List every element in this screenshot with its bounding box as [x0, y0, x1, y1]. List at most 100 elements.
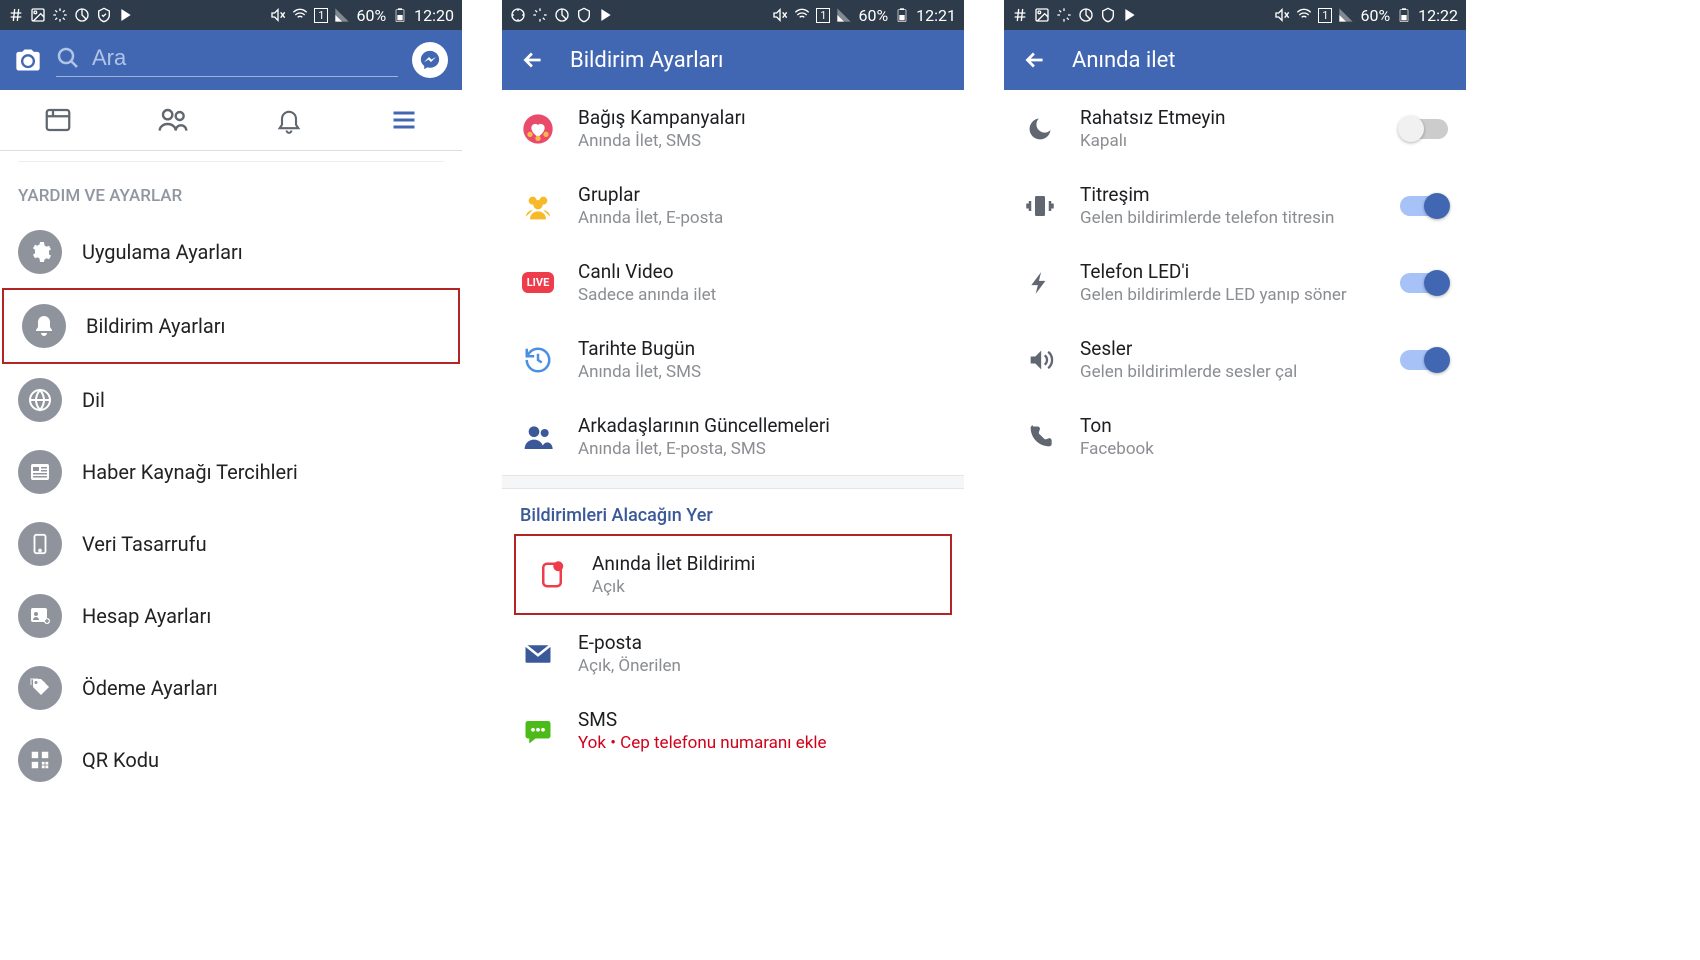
image-icon — [30, 7, 46, 23]
tab-menu[interactable] — [347, 90, 463, 150]
sounds-toggle[interactable] — [1400, 350, 1448, 370]
battery-pct: 60% — [858, 6, 888, 25]
row-dnd[interactable]: Rahatsız EtmeyinKapalı — [1004, 90, 1466, 167]
image-icon — [1034, 7, 1050, 23]
menu-label: Hesap Ayarları — [82, 604, 211, 628]
row-title: E-posta — [578, 631, 946, 654]
row-sub: Anında İlet, SMS — [578, 362, 946, 382]
menu-label: Haber Kaynağı Tercihleri — [82, 460, 298, 484]
sim-1-icon: 1 — [314, 8, 328, 23]
sim-1-icon: 1 — [1318, 8, 1332, 23]
row-title: Anında İlet Bildirimi — [592, 552, 932, 575]
gear-icon — [18, 230, 62, 274]
vibrate-toggle[interactable] — [1400, 196, 1448, 216]
camera-icon[interactable] — [14, 46, 42, 74]
status-bar: 1 60% 12:22 — [1004, 0, 1466, 30]
dnd-toggle[interactable] — [1400, 119, 1448, 139]
search-wrap[interactable] — [56, 44, 398, 77]
section-help-settings: YARDIM VE AYARLAR — [0, 162, 462, 216]
friends-icon — [520, 419, 556, 455]
row-on-this-day[interactable]: Tarihte BugünAnında İlet, SMS — [502, 321, 964, 398]
bell-icon — [22, 304, 66, 348]
row-sub: Açık — [592, 577, 932, 597]
row-sub: Gelen bildirimlerde telefon titresin — [1080, 208, 1378, 228]
row-led[interactable]: Telefon LED'iGelen bildirimlerde LED yan… — [1004, 244, 1466, 321]
sms-icon — [520, 713, 556, 749]
row-title: Sesler — [1080, 337, 1378, 360]
back-arrow-icon[interactable] — [520, 47, 546, 73]
menu-language[interactable]: Dil — [0, 364, 462, 436]
wifi-icon — [292, 7, 308, 23]
appbar-title: Anında ilet — [1072, 48, 1176, 73]
play-icon — [1122, 7, 1138, 23]
mute-icon — [270, 7, 286, 23]
groups-icon — [520, 188, 556, 224]
row-sub: Gelen bildirimlerde LED yanıp söner — [1080, 285, 1378, 305]
tab-notifications[interactable] — [231, 90, 347, 150]
status-time: 12:20 — [414, 6, 454, 25]
menu-label: Bildirim Ayarları — [86, 314, 225, 338]
tab-feed[interactable] — [0, 90, 116, 150]
search-input[interactable] — [90, 44, 398, 72]
row-sub: Açık, Önerilen — [578, 656, 946, 676]
row-groups[interactable]: GruplarAnında İlet, E-posta — [502, 167, 964, 244]
back-arrow-icon[interactable] — [1022, 47, 1048, 73]
battery-pct: 60% — [1360, 6, 1390, 25]
row-live-video[interactable]: LIVE Canlı VideoSadece anında ilet — [502, 244, 964, 321]
pie-icon — [1078, 7, 1094, 23]
menu-payment-settings[interactable]: Ödeme Ayarları — [0, 652, 462, 724]
pie-icon — [554, 7, 570, 23]
row-sub: Yok • Cep telefonu numaranı ekle — [578, 733, 946, 753]
screen-1-menu: 1 60% 12:20 YARDIM VE AYARLAR Uygulama A… — [0, 0, 462, 960]
section-where-notifications: Bildirimleri Alacağın Yer — [502, 489, 964, 534]
menu-qr-code[interactable]: QR Kodu — [0, 724, 462, 796]
battery-icon — [1396, 7, 1412, 23]
sim-1-icon: 1 — [816, 8, 830, 23]
play-icon — [118, 7, 134, 23]
sync-icon — [52, 7, 68, 23]
live-icon: LIVE — [520, 265, 556, 301]
screen-3-push-settings: 1 60% 12:22 Anında ilet Rahatsız Etmeyin… — [1004, 0, 1466, 960]
row-tone[interactable]: TonFacebook — [1004, 398, 1466, 475]
row-email[interactable]: E-postaAçık, Önerilen — [502, 615, 964, 692]
row-sms[interactable]: SMSYok • Cep telefonu numaranı ekle — [502, 692, 964, 769]
menu-label: Veri Tasarrufu — [82, 532, 207, 556]
appbar: Anında ilet — [1004, 30, 1466, 90]
moon-icon — [1022, 111, 1058, 147]
tab-friends[interactable] — [116, 90, 232, 150]
sync-icon — [1056, 7, 1072, 23]
globe-icon — [18, 378, 62, 422]
signal-icon — [334, 7, 350, 23]
vibrate-icon — [1022, 188, 1058, 224]
messenger-icon[interactable] — [412, 42, 448, 78]
menu-app-settings[interactable]: Uygulama Ayarları — [0, 216, 462, 288]
hash-icon — [8, 7, 24, 23]
row-title: Canlı Video — [578, 260, 946, 283]
row-donations[interactable]: Bağış KampanyalarıAnında İlet, SMS — [502, 90, 964, 167]
signal-icon — [1338, 7, 1354, 23]
menu-feed-prefs[interactable]: Haber Kaynağı Tercihleri — [0, 436, 462, 508]
row-title: Bağış Kampanyaları — [578, 106, 946, 129]
phone-icon — [18, 522, 62, 566]
spinner-icon — [510, 7, 526, 23]
led-toggle[interactable] — [1400, 273, 1448, 293]
account-icon — [18, 594, 62, 638]
battery-pct: 60% — [356, 6, 386, 25]
status-bar: 1 60% 12:20 — [0, 0, 462, 30]
history-icon — [520, 342, 556, 378]
menu-data-saver[interactable]: Veri Tasarrufu — [0, 508, 462, 580]
row-friend-updates[interactable]: Arkadaşlarının GüncellemeleriAnında İlet… — [502, 398, 964, 475]
menu-account-settings[interactable]: Hesap Ayarları — [0, 580, 462, 652]
row-title: Arkadaşlarının Güncellemeleri — [578, 414, 946, 437]
row-push-notifications[interactable]: Anında İlet BildirimiAçık — [514, 534, 952, 615]
row-sounds[interactable]: SeslerGelen bildirimlerde sesler çal — [1004, 321, 1466, 398]
screen-2-notification-settings: 1 60% 12:21 Bildirim Ayarları Bağış Kamp… — [502, 0, 964, 960]
pie-icon — [74, 7, 90, 23]
price-tag-icon — [18, 666, 62, 710]
row-vibrate[interactable]: TitreşimGelen bildirimlerde telefon titr… — [1004, 167, 1466, 244]
play-icon — [598, 7, 614, 23]
menu-label: Ödeme Ayarları — [82, 676, 218, 700]
row-title: SMS — [578, 708, 946, 731]
menu-notification-settings[interactable]: Bildirim Ayarları — [2, 288, 460, 364]
shield-icon — [576, 7, 592, 23]
